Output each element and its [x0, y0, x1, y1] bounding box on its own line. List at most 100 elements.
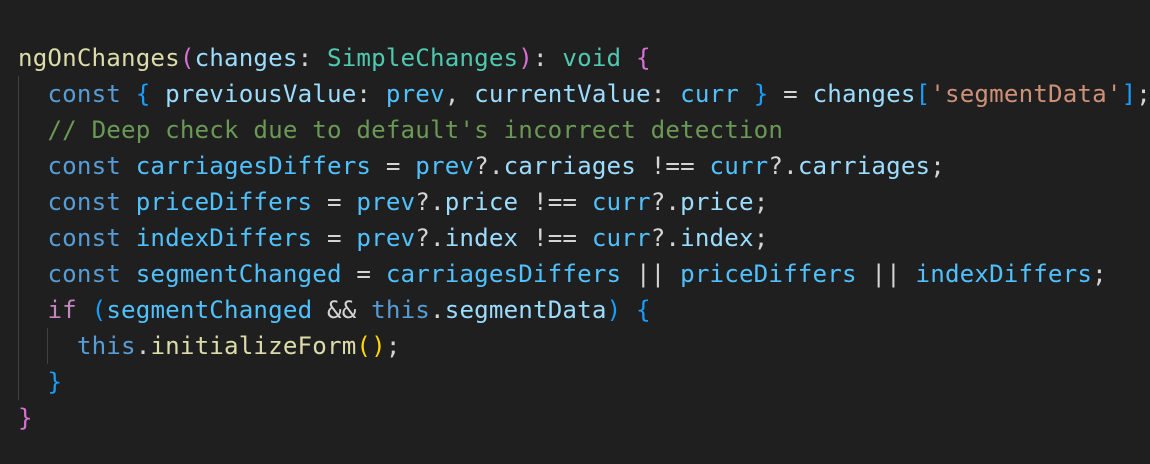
code-token: ||: [621, 260, 681, 288]
code-line[interactable]: }: [0, 364, 1150, 400]
code-line[interactable]: const carriagesDiffers = prev?.carriages…: [0, 148, 1150, 184]
code-line[interactable]: const indexDiffers = prev?.index !== cur…: [0, 220, 1150, 256]
indent-guide: [18, 364, 19, 400]
code-line[interactable]: this.initializeForm();: [0, 328, 1150, 364]
code-token: changes: [812, 80, 916, 108]
indent-guide: [18, 328, 19, 364]
code-token: const: [47, 224, 121, 252]
code-token: const: [47, 152, 121, 180]
code-token: curr: [591, 188, 651, 216]
code-line[interactable]: }: [0, 400, 1150, 436]
code-token: ;: [930, 152, 945, 180]
code-token: ||: [856, 260, 916, 288]
code-token: ngOnChanges: [18, 44, 180, 72]
code-token: =: [341, 260, 386, 288]
code-token: =: [312, 188, 357, 216]
code-token: const: [47, 80, 121, 108]
code-token: ;: [1092, 260, 1107, 288]
code-token: ?.: [415, 188, 445, 216]
code-token: {: [636, 44, 651, 72]
code-token: segmentChanged: [135, 260, 342, 288]
code-token: ): [606, 296, 622, 324]
code-token: (: [356, 332, 372, 360]
code-token: prev: [356, 224, 416, 252]
code-token: prev: [356, 188, 416, 216]
code-token: {: [636, 296, 651, 324]
code-token: prev: [415, 152, 475, 180]
code-line[interactable]: const { previousValue: prev, currentValu…: [0, 76, 1150, 112]
indentation: [18, 296, 47, 324]
code-token: :: [356, 80, 386, 108]
code-token: ;: [1136, 80, 1150, 108]
code-token: prev: [385, 80, 445, 108]
code-line[interactable]: ngOnChanges(changes: SimpleChanges): voi…: [0, 40, 1150, 76]
code-line[interactable]: const segmentChanged = carriagesDiffers …: [0, 256, 1150, 292]
code-token: indexDiffers: [135, 224, 313, 252]
code-token: curr: [709, 152, 769, 180]
code-token: :: [650, 80, 681, 108]
code-line[interactable]: if (segmentChanged && this.segmentData) …: [0, 292, 1150, 328]
code-token: .: [430, 296, 445, 324]
code-token: (: [91, 296, 107, 324]
code-token: ?.: [650, 224, 681, 252]
indentation: [18, 224, 47, 252]
indentation: [18, 260, 47, 288]
code-token: void: [562, 44, 622, 72]
code-token: price: [680, 188, 754, 216]
indent-guide: [18, 220, 19, 256]
code-token: currentValue: [474, 80, 651, 108]
indentation: [18, 116, 47, 144]
code-token: curr: [680, 80, 739, 108]
code-token: this: [371, 296, 431, 324]
code-token: :: [297, 44, 327, 72]
code-token: &&: [312, 296, 372, 324]
code-token: =: [371, 152, 416, 180]
code-token: }: [753, 80, 769, 108]
code-line[interactable]: const priceDiffers = prev?.price !== cur…: [0, 184, 1150, 220]
code-line[interactable]: // Deep check due to default's incorrect…: [0, 112, 1150, 148]
indentation: [18, 368, 47, 396]
code-token: carriagesDiffers: [135, 152, 372, 180]
code-token: (: [179, 44, 195, 72]
code-token: }: [47, 368, 63, 396]
indentation: [18, 80, 47, 108]
code-token: changes: [194, 44, 298, 72]
code-token: carriagesDiffers: [385, 260, 622, 288]
indent-guide: [18, 184, 19, 220]
code-token: ;: [753, 224, 769, 252]
code-token: ?.: [650, 188, 681, 216]
indent-guide: [47, 328, 48, 364]
code-token: index: [444, 224, 519, 252]
indent-guide: [18, 292, 19, 328]
code-token: [: [915, 80, 931, 108]
indent-guide: [18, 112, 19, 148]
code-token: priceDiffers: [135, 188, 313, 216]
code-token: =: [312, 224, 357, 252]
code-token: carriages: [503, 152, 636, 180]
code-token: =: [768, 80, 813, 108]
code-token: indexDiffers: [915, 260, 1093, 288]
indent-guide: [18, 148, 19, 184]
code-token: !==: [518, 224, 592, 252]
code-token: ,: [444, 80, 475, 108]
code-token: 'segmentData': [930, 80, 1122, 108]
code-token: ?.: [415, 224, 445, 252]
code-token: !==: [518, 188, 592, 216]
code-token: ;: [385, 332, 401, 360]
code-token: carriages: [797, 152, 931, 180]
code-token: price: [444, 188, 519, 216]
code-editor[interactable]: ngOnChanges(changes: SimpleChanges): voi…: [0, 0, 1150, 464]
code-token: initializeForm: [150, 332, 357, 360]
code-token: priceDiffers: [680, 260, 857, 288]
code-token: ;: [753, 188, 769, 216]
code-token: ?.: [474, 152, 504, 180]
code-token: ?.: [768, 152, 798, 180]
code-token: previousValue: [165, 80, 357, 108]
